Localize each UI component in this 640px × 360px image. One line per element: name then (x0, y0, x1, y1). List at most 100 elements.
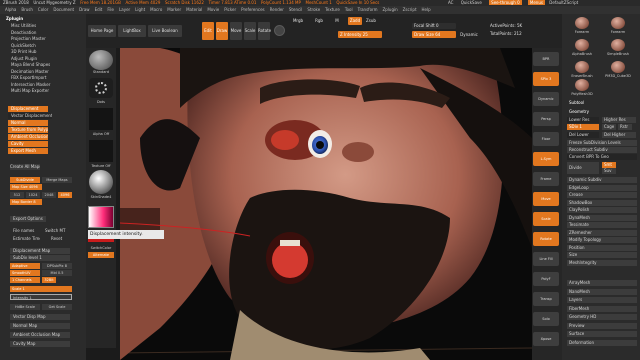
scale-button[interactable]: Scale (244, 22, 256, 40)
plugin-item[interactable]: Adjust Plugin (8, 56, 72, 62)
menu-zplugin[interactable]: Zplugin (383, 6, 398, 14)
menu-stencil[interactable]: Stencil (289, 6, 303, 14)
menu-tool[interactable]: Tool (345, 6, 353, 14)
menu-marker[interactable]: Marker (167, 6, 181, 14)
quicksave-button[interactable]: QuickSave (461, 0, 482, 5)
get-scale-button[interactable]: Get Scale (42, 304, 72, 310)
strip-button-persp[interactable]: Persp (533, 112, 559, 126)
strip-button-xpose[interactable]: Xpose (533, 332, 559, 346)
cage-button[interactable]: Cage (602, 124, 616, 130)
menu-render[interactable]: Render (270, 6, 284, 14)
strip-button-spix-3[interactable]: SPix 3 (533, 72, 559, 86)
reconstruct-subdiv-button[interactable]: Reconstruct Subdiv (567, 147, 637, 153)
texture-off-thumb[interactable] (89, 140, 113, 162)
default-script-button[interactable]: DefaultZScript (549, 0, 578, 5)
normal-map-header[interactable]: Normal Map (10, 323, 70, 329)
intensity-slider[interactable]: Intensity 1 (10, 294, 72, 300)
strip-button-frame[interactable]: Frame (533, 172, 559, 186)
plugin-item[interactable]: Decimation Master (8, 69, 72, 75)
map-size-option[interactable]: 4096 (58, 192, 72, 198)
move-button[interactable]: Move (230, 22, 242, 40)
m-button[interactable]: M (332, 17, 342, 25)
map-type-item[interactable]: Normal (8, 120, 48, 126)
geometry-subpalette[interactable]: Modify Topology (567, 237, 637, 243)
menus-button[interactable]: Menus (527, 0, 545, 5)
tool-thumb[interactable]: Forearm (602, 16, 634, 36)
switch-mt-button[interactable]: Switch MT (42, 228, 72, 234)
menu-edit[interactable]: Edit (95, 6, 103, 14)
strip-button-transp[interactable]: Transp (533, 292, 559, 306)
geometry-subpalette[interactable]: Position (567, 244, 637, 251)
tool-thumb[interactable]: PolyMesh3D (566, 78, 598, 98)
standard-brush-thumb[interactable] (89, 50, 113, 70)
rgb-button[interactable]: Rgb (312, 17, 326, 25)
plugin-item[interactable]: Deactivation (8, 30, 72, 36)
live-boolean-button[interactable]: Live Boolean (148, 25, 182, 37)
strip-button-dynamic[interactable]: Dynamic (533, 92, 559, 106)
scale-slider[interactable]: Scale 1 (10, 286, 72, 292)
geometry-subpalette[interactable]: Tessimate (567, 222, 637, 228)
geometry-subpalette[interactable]: DynaMesh (567, 214, 637, 221)
freeze-subdiv-button[interactable]: Freeze SubDivision Levels (567, 140, 637, 146)
rstr-button[interactable]: Rstr (618, 124, 632, 130)
menu-color[interactable]: Color (38, 6, 48, 14)
channels-toggle[interactable]: 1 Channels (10, 277, 40, 283)
higher-res-button[interactable]: Higher Res (602, 117, 636, 123)
geometry-header[interactable]: Geometry (567, 109, 637, 115)
plugin-item[interactable]: Maya Blend Shapes (8, 62, 72, 68)
tool-subpalette[interactable]: Surface (567, 331, 637, 337)
map-size-option[interactable]: 1024 (26, 192, 40, 198)
tool-subpalette[interactable]: Deformation (567, 339, 637, 346)
estimate-time-button[interactable]: Estimate Time (10, 236, 40, 242)
menu-file[interactable]: File (107, 6, 114, 14)
tool-thumb[interactable]: SimpleBrush (602, 38, 634, 58)
plugin-item[interactable]: Misc Utilities (8, 23, 72, 29)
map-size-option[interactable]: 2048 (42, 192, 56, 198)
geometry-subpalette[interactable]: Dynamic Subdiv (567, 177, 637, 183)
map-type-item[interactable]: Export Mesh (8, 148, 48, 154)
geometry-subpalette[interactable]: EdgeLoop (567, 184, 637, 191)
dpsubpix-slider[interactable]: DPSubPix 8 (42, 263, 72, 269)
menu-alpha[interactable]: Alpha (5, 6, 16, 14)
geometry-subpalette[interactable]: ZRemesher (567, 229, 637, 236)
color-picker-swatch[interactable] (88, 206, 114, 228)
stroke-dots-icon[interactable] (89, 78, 113, 98)
z-intensity-slider[interactable]: Z Intensity 25 (338, 31, 382, 38)
strip-button-line-fill[interactable]: Line Fill (533, 252, 559, 266)
map-type-item[interactable]: Ambient Occlusion (8, 134, 48, 140)
menu-transform[interactable]: Transform (358, 6, 378, 14)
tool-thumb[interactable]: EraserBrush (566, 60, 598, 80)
material-matcap-thumb[interactable] (89, 170, 113, 194)
menu-draw[interactable]: Draw (79, 6, 89, 14)
zadd-button[interactable]: Zadd (348, 17, 362, 25)
draw-size-slider[interactable]: Draw Size 64 (412, 31, 456, 38)
del-higher-button[interactable]: Del Higher (602, 132, 636, 138)
strip-button-scale[interactable]: Scale (533, 212, 559, 226)
menu-material[interactable]: Material (186, 6, 202, 14)
tool-subpalette[interactable]: Geometry HD (567, 314, 637, 320)
menu-stroke[interactable]: Stroke (307, 6, 320, 14)
menu-movie[interactable]: Movie (207, 6, 219, 14)
lower-res-button[interactable]: Lower Res (567, 117, 599, 123)
tool-thumb[interactable]: AlphaBrush (566, 38, 598, 58)
tool-thumb[interactable]: PM3D_Cube3D (602, 60, 634, 80)
menu-layer[interactable]: Layer (119, 6, 130, 14)
mid-slider[interactable]: Mid 0.5 (42, 270, 72, 276)
del-lower-button[interactable]: Del Lower (567, 132, 599, 138)
tool-subpalette[interactable]: NanoMesh (567, 288, 637, 295)
ac-button[interactable]: AC (448, 0, 453, 5)
menu-texture[interactable]: Texture (325, 6, 340, 14)
strip-button-move[interactable]: Move (533, 192, 559, 206)
file-names-button[interactable]: File names (10, 228, 40, 234)
material-sphere-icon[interactable] (274, 25, 285, 36)
map-border-slider[interactable]: Map Border 8 (10, 199, 42, 205)
alpha-off-thumb[interactable] (89, 108, 113, 130)
merge-maps-toggle[interactable]: Merge Maps (42, 177, 72, 183)
map-size-slider[interactable]: Map Size 4096 (10, 184, 42, 190)
tool-subpalette[interactable]: FiberMesh (567, 305, 637, 312)
geometry-subpalette[interactable]: MeshIntegrity (567, 259, 637, 266)
menu-brush[interactable]: Brush (21, 6, 33, 14)
menu-light[interactable]: Light (135, 6, 145, 14)
plugin-item[interactable]: FBX ExportImport (8, 75, 72, 81)
tool-thumb[interactable]: Forearm (566, 16, 598, 36)
